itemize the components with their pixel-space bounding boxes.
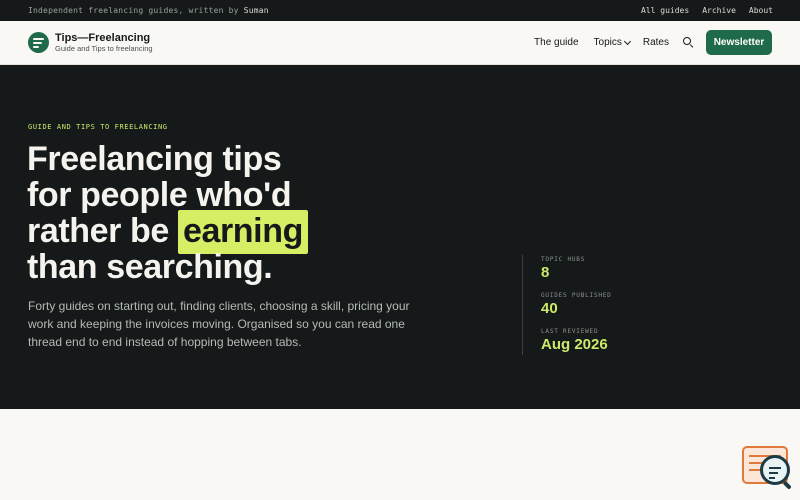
site-header: Tips—Freelancing Guide and Tips to freel… bbox=[0, 21, 800, 65]
nav-topics[interactable]: Topics bbox=[593, 37, 631, 48]
stat-label: TOPIC HUBS bbox=[541, 256, 586, 263]
hero-headline: Freelancing tips for people who'd rather… bbox=[27, 141, 447, 285]
stat-label: GUIDES PUBLISHED bbox=[541, 292, 612, 299]
search-guides-widget-icon[interactable] bbox=[740, 444, 792, 490]
logo-icon bbox=[28, 32, 49, 53]
nav-the-guide[interactable]: The guide bbox=[534, 37, 578, 48]
stat-guides-published: GUIDES PUBLISHED 40 bbox=[541, 291, 642, 318]
newsletter-button[interactable]: Newsletter bbox=[706, 30, 772, 55]
top-link-all-guides[interactable]: All guides bbox=[641, 6, 689, 15]
magnifier-handle bbox=[782, 480, 792, 490]
headline-line-3: rather be bbox=[27, 212, 169, 250]
headline-line-4: than searching. bbox=[27, 248, 273, 286]
stat-value: 8 bbox=[541, 264, 550, 281]
brand[interactable]: Tips—Freelancing Guide and Tips to freel… bbox=[28, 32, 153, 54]
stat-last-reviewed: LAST REVIEWED Aug 2026 bbox=[541, 327, 642, 354]
tagline-text: Independent freelancing guides, written … bbox=[28, 6, 239, 15]
brand-text: Tips—Freelancing Guide and Tips to freel… bbox=[55, 32, 153, 54]
chevron-down-icon bbox=[623, 37, 631, 45]
brand-name: Tips—Freelancing bbox=[55, 31, 151, 44]
hero-eyebrow: GUIDE AND TIPS TO FREELANCING bbox=[28, 123, 168, 131]
search-icon[interactable] bbox=[683, 37, 694, 49]
stat-label: LAST REVIEWED bbox=[541, 328, 599, 335]
top-link-about[interactable]: About bbox=[749, 6, 773, 15]
headline-line-1: Freelancing tips bbox=[27, 140, 282, 178]
top-link-archive[interactable]: Archive bbox=[702, 6, 736, 15]
hero-section: GUIDE AND TIPS TO FREELANCING Freelancin… bbox=[0, 65, 800, 409]
stat-value: 40 bbox=[541, 300, 558, 317]
stat-topic-hubs: TOPIC HUBS 8 bbox=[541, 255, 642, 282]
nav-rates[interactable]: Rates bbox=[643, 37, 669, 48]
main-nav: The guide Topics Rates Newsletter bbox=[534, 30, 772, 55]
top-strip: Independent freelancing guides, written … bbox=[0, 0, 800, 21]
stats-panel: TOPIC HUBS 8 GUIDES PUBLISHED 40 LAST RE… bbox=[522, 255, 642, 355]
headline-line-2: for people who'd bbox=[27, 176, 292, 214]
top-links: All guides Archive About bbox=[641, 6, 773, 15]
tagline-author: Suman bbox=[243, 6, 269, 15]
nav-topics-label: Topics bbox=[593, 37, 622, 48]
brand-subtitle: Guide and Tips to freelancing bbox=[55, 43, 153, 53]
hero-description: Forty guides on starting out, finding cl… bbox=[28, 299, 410, 349]
stat-value: Aug 2026 bbox=[541, 336, 608, 353]
site-tagline: Independent freelancing guides, written … bbox=[28, 6, 269, 15]
